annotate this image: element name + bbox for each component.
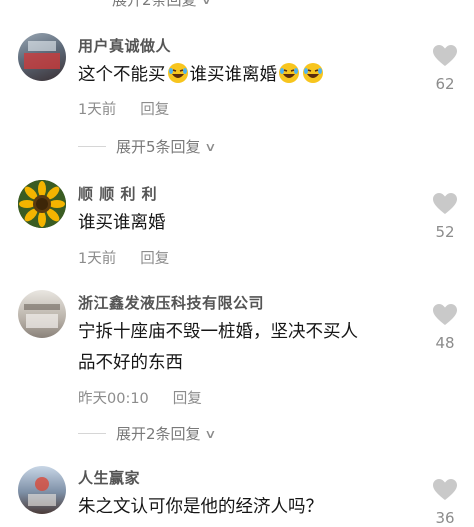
heart-icon	[433, 304, 457, 325]
comment-time: 昨天00:10	[78, 391, 149, 407]
comment-text-line: 品不好的东西	[78, 353, 183, 373]
expand-replies[interactable]: 展开5条回复 ∨	[78, 136, 217, 157]
like-count: 48	[435, 334, 455, 352]
heart-icon	[433, 193, 457, 214]
reply-button[interactable]: 回复	[140, 247, 169, 268]
like-count: 36	[435, 509, 455, 527]
laughing-emoji-icon	[303, 63, 323, 83]
like-button[interactable]: 48	[425, 303, 465, 352]
comment-text: 朱之文认可你是他的经济人吗？	[78, 497, 323, 517]
comment-username[interactable]: 人生赢家	[78, 467, 140, 488]
comment-username[interactable]: 顺 顺 利 利	[78, 183, 157, 204]
avatar[interactable]	[18, 33, 66, 81]
comment-username[interactable]: 用户真诚做人	[78, 35, 171, 56]
avatar-image	[24, 304, 60, 328]
laughing-emoji-icon	[279, 63, 299, 83]
like-button[interactable]: 52	[425, 192, 465, 241]
avatar-image	[28, 477, 56, 506]
chevron-down-icon: ∨	[203, 139, 217, 154]
like-count: 52	[435, 223, 455, 241]
avatar-image	[24, 41, 60, 69]
comment-text: 宁拆十座庙不毁一桩婚，坚决不买人 品不好的东西	[78, 317, 418, 379]
like-count: 62	[435, 75, 455, 93]
avatar[interactable]	[18, 290, 66, 338]
comment-username[interactable]: 浙江鑫发液压科技有限公司	[78, 292, 264, 313]
chevron-down-icon: ∨	[203, 426, 217, 441]
heart-icon	[433, 45, 457, 66]
comment-text-part: 谁买谁离婚	[189, 65, 278, 85]
expand-replies-label: 展开5条回复	[116, 138, 201, 156]
like-button[interactable]: 62	[425, 44, 465, 93]
laughing-emoji-icon	[167, 63, 188, 83]
expand-replies-top[interactable]: 展开2条回复 ∨	[112, 0, 212, 10]
comment-meta: 1天前 回复	[78, 247, 169, 268]
comment-text-line: 宁拆十座庙不毁一桩婚，坚决不买人	[78, 322, 358, 342]
expand-replies[interactable]: 展开2条回复 ∨	[78, 423, 217, 444]
chevron-down-icon: ∨	[200, 0, 212, 7]
comment-meta: 昨天00:10 回复	[78, 387, 202, 408]
like-button[interactable]: 36	[425, 478, 465, 527]
comment-time: 1天前	[78, 102, 117, 118]
expand-replies-label: 展开2条回复	[112, 0, 197, 9]
heart-icon	[433, 479, 457, 500]
avatar[interactable]	[18, 180, 66, 228]
divider-line	[78, 433, 106, 434]
comment-meta: 1天前 回复	[78, 98, 169, 119]
reply-button[interactable]: 回复	[140, 98, 169, 119]
avatar[interactable]	[18, 466, 66, 514]
expand-replies-label: 展开2条回复	[116, 425, 201, 443]
sunflower-avatar-image	[18, 180, 66, 228]
divider-line	[78, 146, 106, 147]
comment-time: 1天前	[78, 251, 117, 267]
comment-text: 这个不能买 谁买谁离婚	[78, 60, 418, 91]
reply-button[interactable]: 回复	[173, 387, 202, 408]
comment-text: 谁买谁离婚	[78, 213, 166, 233]
comment-text-part: 这个不能买	[78, 65, 166, 85]
